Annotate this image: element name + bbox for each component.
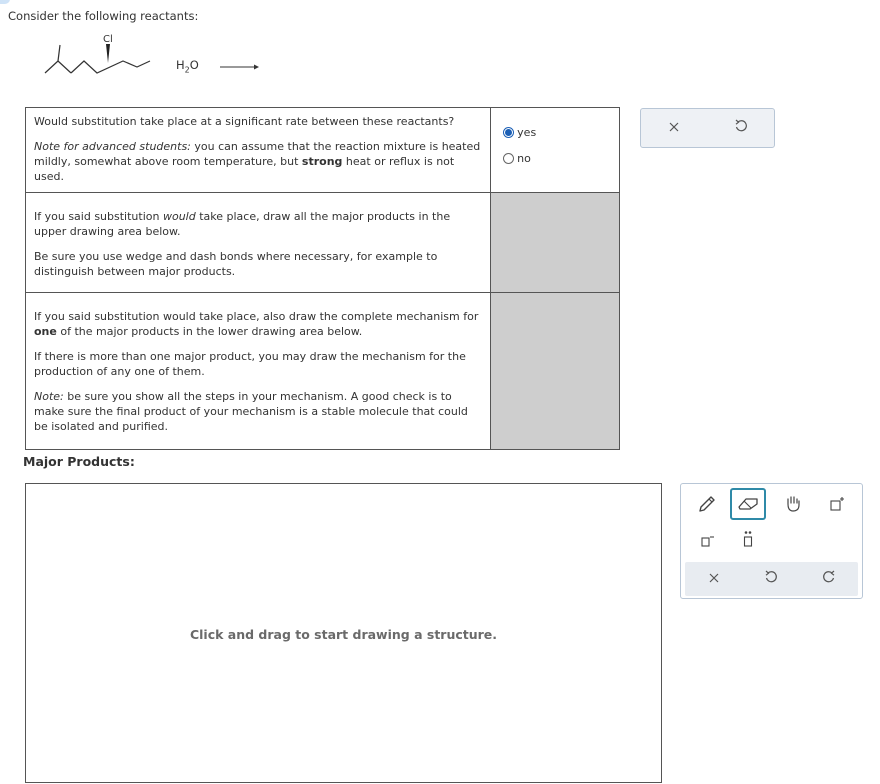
question-3-mechanism-note: Note: be sure you show all the steps in … xyxy=(34,390,468,433)
question-1-text: Would substitution take place at a signi… xyxy=(34,115,455,128)
reaction-arrow-icon xyxy=(220,64,259,70)
wedge-bond xyxy=(106,44,110,63)
pencil-icon xyxy=(699,496,715,512)
corner-indicator xyxy=(0,0,10,4)
redo-icon xyxy=(823,570,835,583)
eraser-icon xyxy=(738,498,758,510)
answer-controls xyxy=(640,108,775,148)
radio-yes-icon[interactable] xyxy=(503,126,515,138)
chlorine-label: Cl xyxy=(103,34,113,45)
question-3-instructions: If you said substitution would take plac… xyxy=(34,310,479,338)
drawing-toolbox xyxy=(680,483,863,599)
toolbox-redo-button[interactable] xyxy=(814,570,844,588)
add-template-button[interactable] xyxy=(820,488,856,520)
reagent-water: H2O xyxy=(176,58,199,75)
answer-cell-disabled-3 xyxy=(490,292,620,450)
radio-option-yes[interactable]: yes xyxy=(503,125,619,139)
eraser-tool-button[interactable] xyxy=(730,488,766,520)
clear-icon xyxy=(709,573,719,582)
undo-icon xyxy=(735,119,747,132)
undo-icon xyxy=(766,570,778,583)
question-cell-3: If you said substitution would take plac… xyxy=(24,292,492,450)
question-row-substitution: Would substitution take place at a signi… xyxy=(24,107,620,193)
reactant-structure: Cl xyxy=(44,34,151,74)
question-1-note: Note for advanced students: you can assu… xyxy=(34,140,481,183)
question-2-instructions: If you said substitution would take plac… xyxy=(34,210,451,238)
pencil-tool-button[interactable] xyxy=(689,488,725,520)
close-icon xyxy=(669,122,679,131)
question-table: Would substitution take place at a signi… xyxy=(24,107,620,450)
canvas-hint: Click and drag to start drawing a struct… xyxy=(189,626,498,642)
bond-chain xyxy=(70,60,151,74)
radio-option-no[interactable]: no xyxy=(503,151,619,165)
lone-pair-tool-button[interactable] xyxy=(730,524,766,556)
question-cell-2: If you said substitution would take plac… xyxy=(24,192,492,293)
clear-answer-button[interactable] xyxy=(659,121,689,136)
toolbox-footer xyxy=(685,562,858,596)
question-3-multiple-products-note: If there is more than one major product,… xyxy=(34,350,466,378)
intro-text: Consider the following reactants: xyxy=(8,9,199,23)
question-2-wedge-note: Be sure you use wedge and dash bonds whe… xyxy=(34,250,438,278)
question-cell-1: Would substitution take place at a signi… xyxy=(24,107,492,193)
charge-tool-button[interactable] xyxy=(689,524,725,556)
drawing-canvas[interactable]: Click and drag to start drawing a struct… xyxy=(25,483,662,783)
toolbox-undo-button[interactable] xyxy=(756,570,786,588)
radio-no-icon[interactable] xyxy=(503,152,515,164)
bond-branch xyxy=(57,44,61,62)
question-row-products: If you said substitution would take plac… xyxy=(24,192,620,293)
hand-icon xyxy=(787,496,800,512)
toolbox-clear-button[interactable] xyxy=(699,572,729,587)
charge-icon xyxy=(701,536,714,547)
bond-lines-left xyxy=(44,60,72,74)
undo-answer-button[interactable] xyxy=(726,119,756,137)
lone-pair-icon xyxy=(743,531,753,547)
add-template-icon xyxy=(830,497,844,511)
answer-cell-disabled-2 xyxy=(490,192,620,293)
answer-cell: yes no xyxy=(490,107,620,193)
question-row-mechanism: If you said substitution would take plac… xyxy=(24,292,620,450)
hand-tool-button[interactable] xyxy=(775,488,811,520)
major-products-label: Major Products: xyxy=(23,454,135,469)
